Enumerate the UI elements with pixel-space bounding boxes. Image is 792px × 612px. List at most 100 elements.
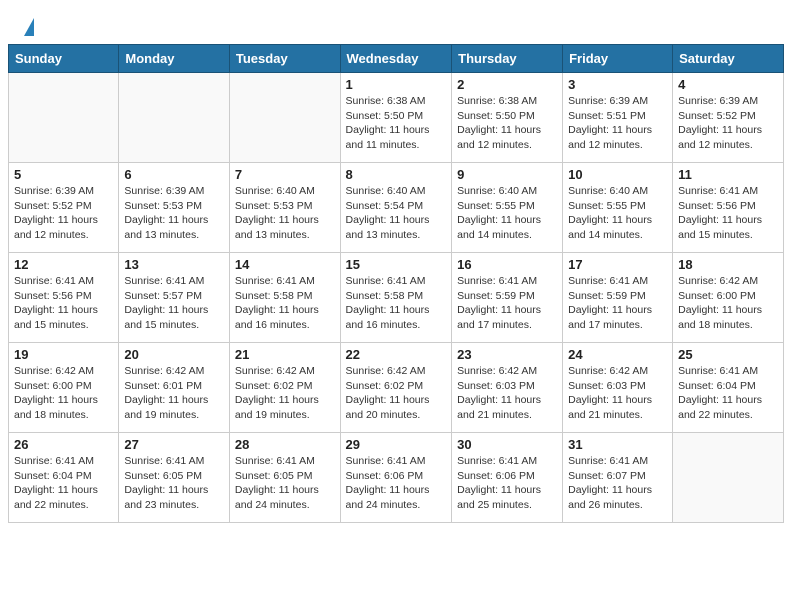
day-number: 12 <box>14 257 113 272</box>
day-info: Sunrise: 6:40 AM Sunset: 5:53 PM Dayligh… <box>235 184 335 243</box>
calendar-wrapper: SundayMondayTuesdayWednesdayThursdayFrid… <box>0 44 792 531</box>
calendar-cell: 3Sunrise: 6:39 AM Sunset: 5:51 PM Daylig… <box>563 73 673 163</box>
day-number: 14 <box>235 257 335 272</box>
day-number: 23 <box>457 347 557 362</box>
calendar-cell <box>673 433 784 523</box>
day-number: 20 <box>124 347 224 362</box>
weekday-header-friday: Friday <box>563 45 673 73</box>
calendar-cell <box>9 73 119 163</box>
day-info: Sunrise: 6:41 AM Sunset: 5:56 PM Dayligh… <box>14 274 113 333</box>
calendar-cell: 27 Sunrise: 6:41 AM Sunset: 6:05 PM Dayli… <box>119 433 230 523</box>
day-info: Sunrise: 6:38 AM Sunset: 5:50 PM Dayligh… <box>346 94 447 153</box>
day-info: Sunrise: 6:39 AM Sunset: 5:52 PM Dayligh… <box>14 184 113 243</box>
day-number: 6 <box>124 167 224 182</box>
day-info: Sunrise: 6:41 AM Sunset: 6:05 PM Dayligh… <box>235 454 335 513</box>
day-number: 29 <box>346 437 447 452</box>
header <box>0 0 792 44</box>
calendar-cell: 2Sunrise: 6:38 AM Sunset: 5:50 PM Daylig… <box>452 73 563 163</box>
day-info: Sunrise: 6:41 AM Sunset: 5:59 PM Dayligh… <box>457 274 557 333</box>
calendar-cell: 29 Sunrise: 6:41 AM Sunset: 6:06 PM Dayli… <box>340 433 452 523</box>
day-number: 7 <box>235 167 335 182</box>
calendar-cell: 19 Sunrise: 6:42 AM Sunset: 6:00 PM Dayli… <box>9 343 119 433</box>
calendar-cell: 10 Sunrise: 6:40 AM Sunset: 5:55 PM Dayli… <box>563 163 673 253</box>
day-info: Sunrise: 6:41 AM Sunset: 6:06 PM Dayligh… <box>457 454 557 513</box>
day-info: Sunrise: 6:41 AM Sunset: 5:58 PM Dayligh… <box>235 274 335 333</box>
calendar-cell: 1 Sunrise: 6:38 AM Sunset: 5:50 PM Daylig… <box>340 73 452 163</box>
day-info: Sunrise: 6:40 AM Sunset: 5:55 PM Dayligh… <box>457 184 557 243</box>
calendar-cell <box>119 73 230 163</box>
day-number: 3 <box>568 77 667 92</box>
calendar-cell: 15Sunrise: 6:41 AM Sunset: 5:58 PM Dayli… <box>340 253 452 343</box>
day-info: Sunrise: 6:41 AM Sunset: 6:07 PM Dayligh… <box>568 454 667 513</box>
logo-triangle-icon <box>24 18 34 36</box>
calendar-cell: 17 Sunrise: 6:41 AM Sunset: 5:59 PM Dayli… <box>563 253 673 343</box>
weekday-header-monday: Monday <box>119 45 230 73</box>
day-number: 5 <box>14 167 113 182</box>
calendar-cell: 9 Sunrise: 6:40 AM Sunset: 5:55 PM Daylig… <box>452 163 563 253</box>
calendar-week-row: 12 Sunrise: 6:41 AM Sunset: 5:56 PM Dayli… <box>9 253 784 343</box>
day-info: Sunrise: 6:39 AM Sunset: 5:53 PM Dayligh… <box>124 184 224 243</box>
day-number: 9 <box>457 167 557 182</box>
calendar-cell: 26 Sunrise: 6:41 AM Sunset: 6:04 PM Dayli… <box>9 433 119 523</box>
calendar-cell: 22Sunrise: 6:42 AM Sunset: 6:02 PM Dayli… <box>340 343 452 433</box>
day-number: 22 <box>346 347 447 362</box>
day-number: 11 <box>678 167 778 182</box>
day-info: Sunrise: 6:41 AM Sunset: 5:57 PM Dayligh… <box>124 274 224 333</box>
calendar-week-row: 1 Sunrise: 6:38 AM Sunset: 5:50 PM Daylig… <box>9 73 784 163</box>
calendar-cell: 6 Sunrise: 6:39 AM Sunset: 5:53 PM Daylig… <box>119 163 230 253</box>
day-info: Sunrise: 6:42 AM Sunset: 6:02 PM Dayligh… <box>235 364 335 423</box>
calendar-cell: 31 Sunrise: 6:41 AM Sunset: 6:07 PM Dayli… <box>563 433 673 523</box>
day-number: 8 <box>346 167 447 182</box>
day-number: 17 <box>568 257 667 272</box>
day-info: Sunrise: 6:40 AM Sunset: 5:55 PM Dayligh… <box>568 184 667 243</box>
day-number: 4 <box>678 77 778 92</box>
day-info: Sunrise: 6:42 AM Sunset: 6:03 PM Dayligh… <box>568 364 667 423</box>
day-number: 10 <box>568 167 667 182</box>
day-number: 30 <box>457 437 557 452</box>
logo <box>20 14 34 36</box>
calendar-week-row: 19 Sunrise: 6:42 AM Sunset: 6:00 PM Dayli… <box>9 343 784 433</box>
calendar-cell: 4 Sunrise: 6:39 AM Sunset: 5:52 PM Daylig… <box>673 73 784 163</box>
day-number: 24 <box>568 347 667 362</box>
calendar-cell: 28 Sunrise: 6:41 AM Sunset: 6:05 PM Dayli… <box>229 433 340 523</box>
calendar-cell: 13 Sunrise: 6:41 AM Sunset: 5:57 PM Dayli… <box>119 253 230 343</box>
calendar-cell <box>229 73 340 163</box>
calendar-cell: 23 Sunrise: 6:42 AM Sunset: 6:03 PM Dayli… <box>452 343 563 433</box>
day-number: 18 <box>678 257 778 272</box>
calendar-cell: 8 Sunrise: 6:40 AM Sunset: 5:54 PM Daylig… <box>340 163 452 253</box>
day-info: Sunrise: 6:41 AM Sunset: 6:04 PM Dayligh… <box>14 454 113 513</box>
day-number: 27 <box>124 437 224 452</box>
calendar-cell: 24 Sunrise: 6:42 AM Sunset: 6:03 PM Dayli… <box>563 343 673 433</box>
day-number: 26 <box>14 437 113 452</box>
day-info: Sunrise: 6:39 AM Sunset: 5:52 PM Dayligh… <box>678 94 778 153</box>
calendar-cell: 30 Sunrise: 6:41 AM Sunset: 6:06 PM Dayli… <box>452 433 563 523</box>
weekday-header-sunday: Sunday <box>9 45 119 73</box>
weekday-header-saturday: Saturday <box>673 45 784 73</box>
calendar-cell: 16 Sunrise: 6:41 AM Sunset: 5:59 PM Dayli… <box>452 253 563 343</box>
day-info: Sunrise: 6:41 AM Sunset: 6:06 PM Dayligh… <box>346 454 447 513</box>
day-info: Sunrise: 6:41 AM Sunset: 5:59 PM Dayligh… <box>568 274 667 333</box>
calendar-cell: 21 Sunrise: 6:42 AM Sunset: 6:02 PM Dayli… <box>229 343 340 433</box>
day-info: Sunrise: 6:41 AM Sunset: 6:05 PM Dayligh… <box>124 454 224 513</box>
day-info: Sunrise: 6:42 AM Sunset: 6:03 PM Dayligh… <box>457 364 557 423</box>
calendar-cell: 18 Sunrise: 6:42 AM Sunset: 6:00 PM Dayli… <box>673 253 784 343</box>
day-number: 31 <box>568 437 667 452</box>
day-number: 13 <box>124 257 224 272</box>
weekday-header-thursday: Thursday <box>452 45 563 73</box>
weekday-header-wednesday: Wednesday <box>340 45 452 73</box>
calendar-cell: 5 Sunrise: 6:39 AM Sunset: 5:52 PM Daylig… <box>9 163 119 253</box>
day-info: Sunrise: 6:42 AM Sunset: 6:00 PM Dayligh… <box>678 274 778 333</box>
day-info: Sunrise: 6:42 AM Sunset: 6:00 PM Dayligh… <box>14 364 113 423</box>
calendar-cell: 14 Sunrise: 6:41 AM Sunset: 5:58 PM Dayli… <box>229 253 340 343</box>
day-number: 28 <box>235 437 335 452</box>
day-info: Sunrise: 6:41 AM Sunset: 6:04 PM Dayligh… <box>678 364 778 423</box>
day-info: Sunrise: 6:40 AM Sunset: 5:54 PM Dayligh… <box>346 184 447 243</box>
day-number: 19 <box>14 347 113 362</box>
calendar-cell: 25 Sunrise: 6:41 AM Sunset: 6:04 PM Dayli… <box>673 343 784 433</box>
calendar-cell: 11Sunrise: 6:41 AM Sunset: 5:56 PM Dayli… <box>673 163 784 253</box>
day-number: 25 <box>678 347 778 362</box>
day-number: 1 <box>346 77 447 92</box>
day-number: 21 <box>235 347 335 362</box>
day-number: 16 <box>457 257 557 272</box>
calendar-week-row: 26 Sunrise: 6:41 AM Sunset: 6:04 PM Dayli… <box>9 433 784 523</box>
